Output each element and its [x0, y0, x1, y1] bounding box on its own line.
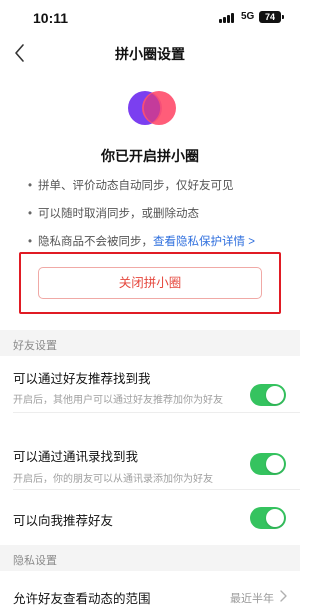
network-type-label: 5G — [241, 11, 255, 22]
toggle-knob — [266, 455, 284, 473]
setting-row-contacts: 可以通过通讯录找到我 开启后，你的朋友可以从通讯录添加你为好友 — [0, 413, 300, 490]
close-pinxiaoquan-button[interactable]: 关闭拼小圈 — [38, 267, 262, 299]
visibility-range-value: 最近半年 — [230, 593, 274, 605]
nav-bar: 拼小圈设置 — [0, 36, 300, 70]
toggle-knob — [266, 509, 284, 527]
feature-item: • 可以随时取消同步，或删除动态 — [28, 204, 290, 232]
section-header-label: 好友设置 — [13, 340, 57, 352]
battery-tip — [282, 15, 284, 19]
feature-text: 拼单、评价动态自动同步，仅好友可见 — [38, 180, 234, 192]
bullet: • — [28, 180, 33, 192]
pinxiaoquan-logo-icon — [128, 91, 176, 125]
setting-title: 可以通过好友推荐找到我 — [13, 372, 151, 386]
battery-icon: 74 — [259, 11, 281, 23]
setting-title: 可以通过通讯录找到我 — [13, 450, 139, 464]
setting-desc: 开启后，你的朋友可以从通讯录添加你为好友 — [13, 474, 213, 485]
status-bar: 10:11 5G 74 — [0, 0, 300, 36]
setting-title: 可以向我推荐好友 — [13, 514, 114, 528]
recommend-toggle[interactable] — [250, 384, 286, 406]
contacts-toggle[interactable] — [250, 453, 286, 475]
setting-row-visibility-range[interactable]: 允许好友查看动态的范围 最近半年 — [0, 571, 300, 615]
chevron-right-icon — [280, 590, 287, 602]
suggest-friends-toggle[interactable] — [250, 507, 286, 529]
privacy-details-link[interactable]: 查看隐私保护详情 > — [153, 236, 255, 248]
bullet: • — [28, 208, 33, 220]
setting-title: 允许好友查看动态的范围 — [13, 592, 151, 606]
feature-item: • 拼单、评价动态自动同步，仅好友可见 — [28, 176, 290, 204]
setting-desc: 开启后，其他用户可以通过好友推荐加你为好友 — [13, 395, 223, 406]
friend-settings-header: 好友设置 — [0, 330, 300, 356]
setting-row-suggest-friends: 可以向我推荐好友 — [0, 490, 300, 538]
status-title: 你已开启拼小圈 — [101, 148, 199, 164]
battery-level: 74 — [264, 12, 275, 22]
section-header-label: 隐私设置 — [13, 555, 57, 567]
feature-text: 隐私商品不会被同步， — [38, 236, 153, 248]
page-title: 拼小圈设置 — [115, 46, 185, 62]
feature-text: 可以随时取消同步，或删除动态 — [38, 208, 199, 220]
bullet: • — [28, 236, 33, 248]
toggle-knob — [266, 386, 284, 404]
setting-row-recommend: 可以通过好友推荐找到我 开启后，其他用户可以通过好友推荐加你为好友 — [0, 356, 300, 413]
privacy-settings-header: 隐私设置 — [0, 545, 300, 571]
status-time: 10:11 — [33, 10, 69, 26]
feature-list: • 拼单、评价动态自动同步，仅好友可见 • 可以随时取消同步，或删除动态 • 隐私商品… — [28, 176, 290, 260]
cellular-signal-icon — [219, 13, 235, 23]
